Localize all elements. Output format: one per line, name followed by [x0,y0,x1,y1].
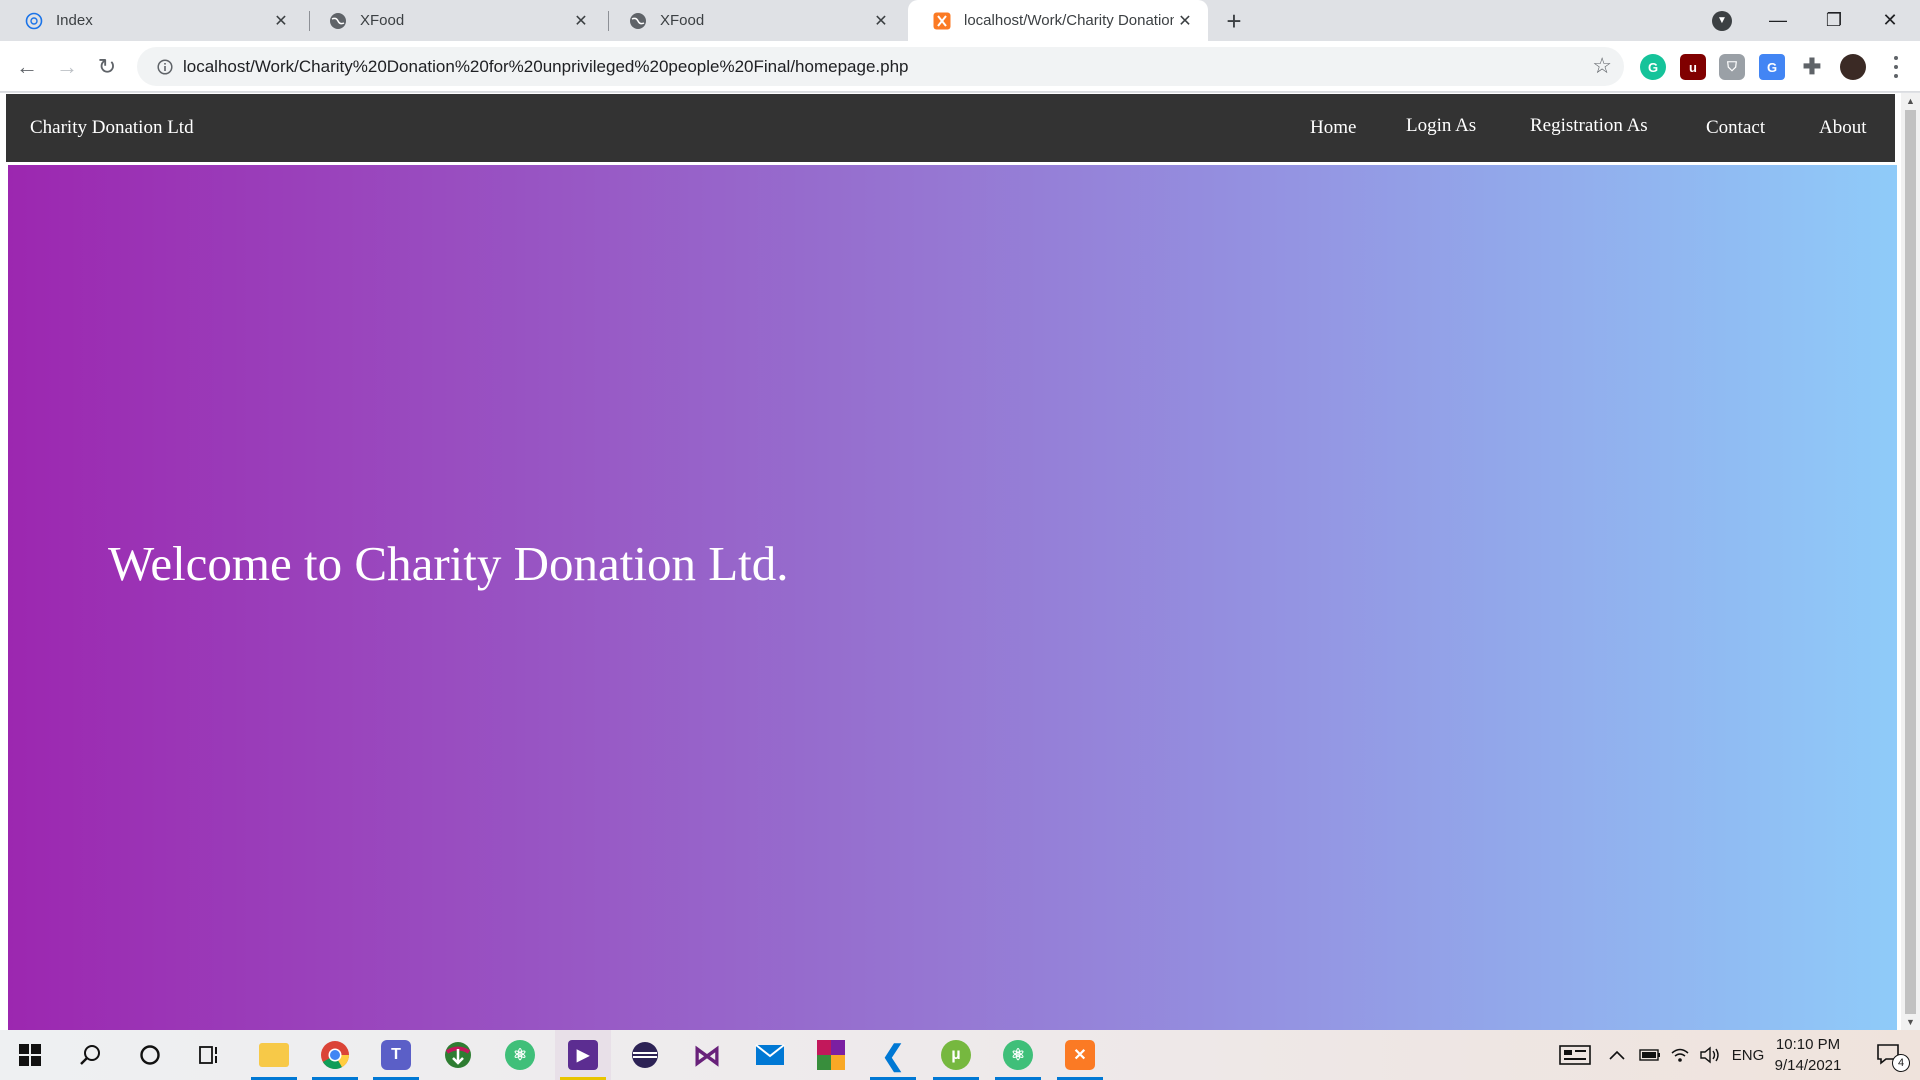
tab-xfood-2[interactable]: XFood ✕ [604,0,904,41]
tab-strip: Index ✕ XFood ✕ XFood ✕ localhost/Work/C… [0,0,1920,41]
teams-icon[interactable]: T [368,1030,424,1080]
minimize-icon: — [1769,10,1787,30]
atom-icon-2[interactable]: ⚛ [990,1030,1046,1080]
notification-center-button[interactable]: 4 [1866,1030,1912,1080]
puzzle-icon[interactable]: ✚ [1799,54,1825,80]
browser-toolbar: ← → ↻ localhost/Work/Charity%20Donation%… [0,41,1920,92]
notification-count-badge: 4 [1892,1054,1910,1072]
nav-about-link[interactable]: About [1819,117,1867,139]
cortana-icon[interactable] [122,1030,178,1080]
chrome-icon[interactable] [307,1030,363,1080]
clock-date: 9/14/2021 [1774,1057,1842,1074]
chevron-down-icon: ▼ [1712,10,1732,31]
brand-link[interactable]: Charity Donation Ltd [30,117,194,139]
nav-registration-link[interactable]: Registration As [1530,115,1648,137]
page-scrollbar[interactable]: ▲ ▼ [1901,93,1920,1030]
restore-icon: ❐ [1825,10,1843,30]
winrar-icon[interactable] [803,1030,859,1080]
tab-search-button[interactable]: ▼ [1694,0,1750,41]
visual-studio-icon[interactable]: ⋈ [679,1030,735,1080]
globe-icon [328,11,348,31]
tab-title: Index [56,12,93,29]
close-icon[interactable]: ✕ [1174,10,1196,32]
xampp-icon [932,11,952,31]
visual-studio-purple-icon[interactable]: ▶ [555,1030,611,1080]
nav-login-link[interactable]: Login As [1406,115,1476,137]
hero-title: Welcome to Charity Donation Ltd. [108,536,789,591]
tab-title: XFood [360,12,405,29]
vscode-icon[interactable]: ❮ [865,1030,921,1080]
chevron-up-icon[interactable] [1605,1030,1629,1080]
url-text: localhost/Work/Charity%20Donation%20for%… [183,56,909,76]
wifi-icon[interactable] [1667,1030,1693,1080]
browser-menu-button[interactable] [1883,53,1909,81]
language-indicator[interactable]: ENG [1728,1030,1768,1080]
close-icon[interactable]: ✕ [870,10,892,32]
keyboard-icon[interactable] [1555,1030,1595,1080]
shield-extension-icon[interactable]: ⛉ [1719,54,1745,80]
globe-icon [628,11,648,31]
bookmark-star-icon[interactable]: ☆ [1592,53,1612,79]
tab-charity-donation[interactable]: localhost/Work/Charity Donation ✕ [908,0,1208,41]
atom-icon[interactable]: ⚛ [492,1030,548,1080]
arrow-left-icon: ← [16,54,38,79]
close-icon[interactable]: ✕ [270,10,292,32]
forward-button[interactable]: → [50,50,84,84]
grammarly-icon[interactable]: G [1640,54,1666,80]
info-icon[interactable] [147,58,183,75]
back-button[interactable]: ← [10,50,44,84]
tab-index[interactable]: Index ✕ [0,0,304,41]
close-window-button[interactable]: ✕ [1862,0,1918,41]
volume-icon[interactable] [1696,1030,1724,1080]
windows-start-icon[interactable] [2,1030,58,1080]
tab-title: XFood [660,12,705,29]
task-view-icon[interactable] [182,1030,238,1080]
tab-xfood-1[interactable]: XFood ✕ [304,0,604,41]
minimize-button[interactable]: — [1750,0,1806,41]
hero-banner: Welcome to Charity Donation Ltd. [8,165,1897,1030]
clock[interactable]: 10:10 PM 9/14/2021 [1770,1034,1846,1076]
address-bar[interactable]: localhost/Work/Charity%20Donation%20for%… [137,47,1624,86]
file-explorer-icon[interactable] [246,1030,302,1080]
profile-avatar-icon[interactable] [1840,54,1866,80]
xampp-icon[interactable]: ✕ [1052,1030,1108,1080]
search-icon[interactable] [62,1030,118,1080]
tab-title: localhost/Work/Charity Donation [964,12,1174,29]
scrollbar-thumb[interactable] [1905,110,1916,1014]
close-icon[interactable]: ✕ [570,10,592,32]
eclipse-icon[interactable] [617,1030,673,1080]
clock-time: 10:10 PM [1775,1036,1841,1053]
reload-button[interactable]: ↻ [90,50,124,84]
windows-taskbar: T ⚛ ▶ ⋈ ❮ µ ⚛ ✕ ENG 10:10 PM 9/14/2021 4 [0,1030,1920,1080]
scroll-down-icon[interactable]: ▼ [1901,1014,1920,1030]
translate-icon[interactable]: G [1759,54,1785,80]
internet-download-manager-icon[interactable] [430,1030,486,1080]
nav-home-link[interactable]: Home [1310,117,1356,139]
utorrent-icon[interactable]: µ [928,1030,984,1080]
arrow-right-icon: → [56,54,78,79]
restore-button[interactable]: ❐ [1806,0,1862,41]
ublock-icon[interactable]: u [1680,54,1706,80]
dot [1894,64,1898,69]
mail-icon[interactable] [742,1030,798,1080]
dot [1894,55,1898,60]
new-tab-button[interactable]: + [1219,6,1249,36]
nav-contact-link[interactable]: Contact [1706,117,1765,139]
close-icon: ✕ [1882,10,1898,30]
scroll-up-icon[interactable]: ▲ [1901,93,1920,109]
reload-icon: ↻ [97,54,117,79]
globe-outline-icon [24,11,44,31]
dot [1894,74,1898,79]
page-viewport: Charity Donation Ltd Home Login As Regis… [0,93,1920,1030]
site-navbar: Charity Donation Ltd Home Login As Regis… [6,94,1895,162]
battery-icon[interactable] [1637,1030,1663,1080]
